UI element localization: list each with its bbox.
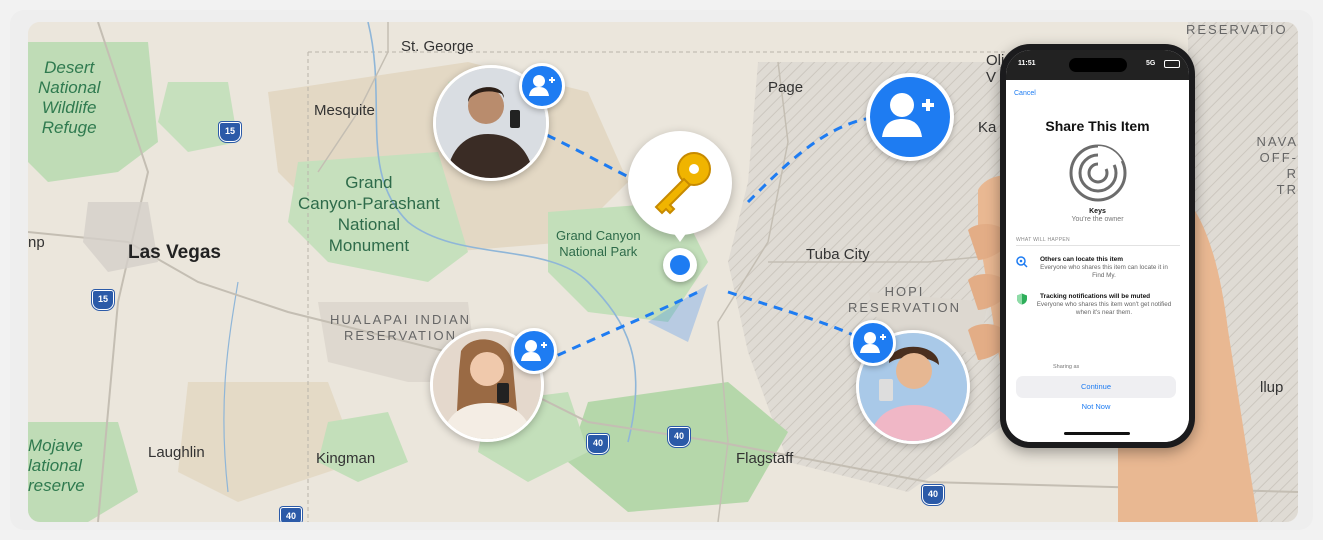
status-time: 11:51 [1018, 60, 1036, 67]
add-person-icon [882, 93, 934, 137]
label-kingman: Kingman [316, 450, 376, 467]
label-np: np [28, 234, 45, 251]
shield-icon [1017, 293, 1027, 305]
row-body: Everyone who shares this item can locate… [1040, 264, 1168, 279]
radar-icon [1069, 144, 1127, 202]
label-desert-refuge: Desert National Wildlife Refuge [38, 58, 101, 137]
pin-tail [670, 228, 690, 242]
add-person-icon [529, 75, 555, 96]
section-header: WHAT WILL HAPPEN [1016, 237, 1070, 243]
label-reservation-top: RESERVATIO [1186, 22, 1288, 37]
label-mesquite: Mesquite [314, 102, 375, 119]
locate-icon [1016, 256, 1028, 268]
item-name: Keys [1089, 208, 1106, 215]
row-body: Everyone who shares this item won't get … [1036, 301, 1172, 316]
label-st-george: St. George [401, 38, 474, 55]
label-flagstaff: Flagstaff [736, 450, 794, 467]
highway-shield-i40: 40 [280, 507, 302, 522]
label-kayenta: Ka [978, 119, 997, 136]
location-dot [663, 248, 697, 282]
add-person-icon [521, 340, 547, 361]
label-las-vegas: Las Vegas [128, 242, 221, 263]
row-title: Others can locate this item [1040, 256, 1124, 263]
continue-button[interactable]: Continue [1016, 376, 1176, 398]
battery-icon [1164, 60, 1180, 68]
owner-text: You're the owner [1071, 216, 1124, 223]
label-laughlin: Laughlin [148, 444, 205, 461]
home-indicator [1064, 432, 1130, 435]
add-person-icon [860, 332, 886, 353]
label-tuba-city: Tuba City [806, 246, 870, 263]
divider [1016, 245, 1180, 246]
row-title: Tracking notifications will be muted [1040, 293, 1151, 300]
dynamic-island [1069, 58, 1127, 72]
label-hualapai-reservation: HUALAPAI INDIAN RESERVATION [330, 312, 472, 343]
phone-screen: 11:51 5G Cancel Share This Item Keys You… [1006, 50, 1189, 442]
highway-shield-i40: 40 [587, 434, 609, 454]
add-person-badge[interactable] [850, 320, 896, 366]
highway-shield-i15: 15 [219, 122, 241, 142]
sheet-title: Share This Item [1045, 118, 1150, 134]
add-person-bubble[interactable] [866, 73, 954, 161]
label-mojave-preserve: Mojave lational reserve [28, 436, 85, 495]
status-signal: 5G [1146, 60, 1156, 67]
label-hopi-reservation: HOPI RESERVATION [848, 284, 962, 315]
add-person-badge[interactable] [519, 63, 565, 109]
sharing-as-label: Sharing as [1053, 364, 1080, 370]
highway-shield-i15: 15 [92, 290, 114, 310]
highway-shield-i40: 40 [922, 485, 944, 505]
status-bar: 11:51 5G [1006, 50, 1189, 80]
share-sheet: Cancel Share This Item Keys You're the o… [1006, 80, 1189, 442]
highway-shield-i40: 40 [668, 427, 690, 447]
label-page: Page [768, 79, 804, 96]
cancel-button[interactable]: Cancel [1014, 90, 1036, 97]
item-pin[interactable] [628, 131, 732, 235]
add-person-badge[interactable] [511, 328, 557, 374]
label-grand-canyon-parashant: Grand Canyon-Parashant National Monument [298, 173, 440, 255]
key-icon [654, 152, 711, 215]
not-now-button[interactable]: Not Now [1016, 402, 1176, 411]
